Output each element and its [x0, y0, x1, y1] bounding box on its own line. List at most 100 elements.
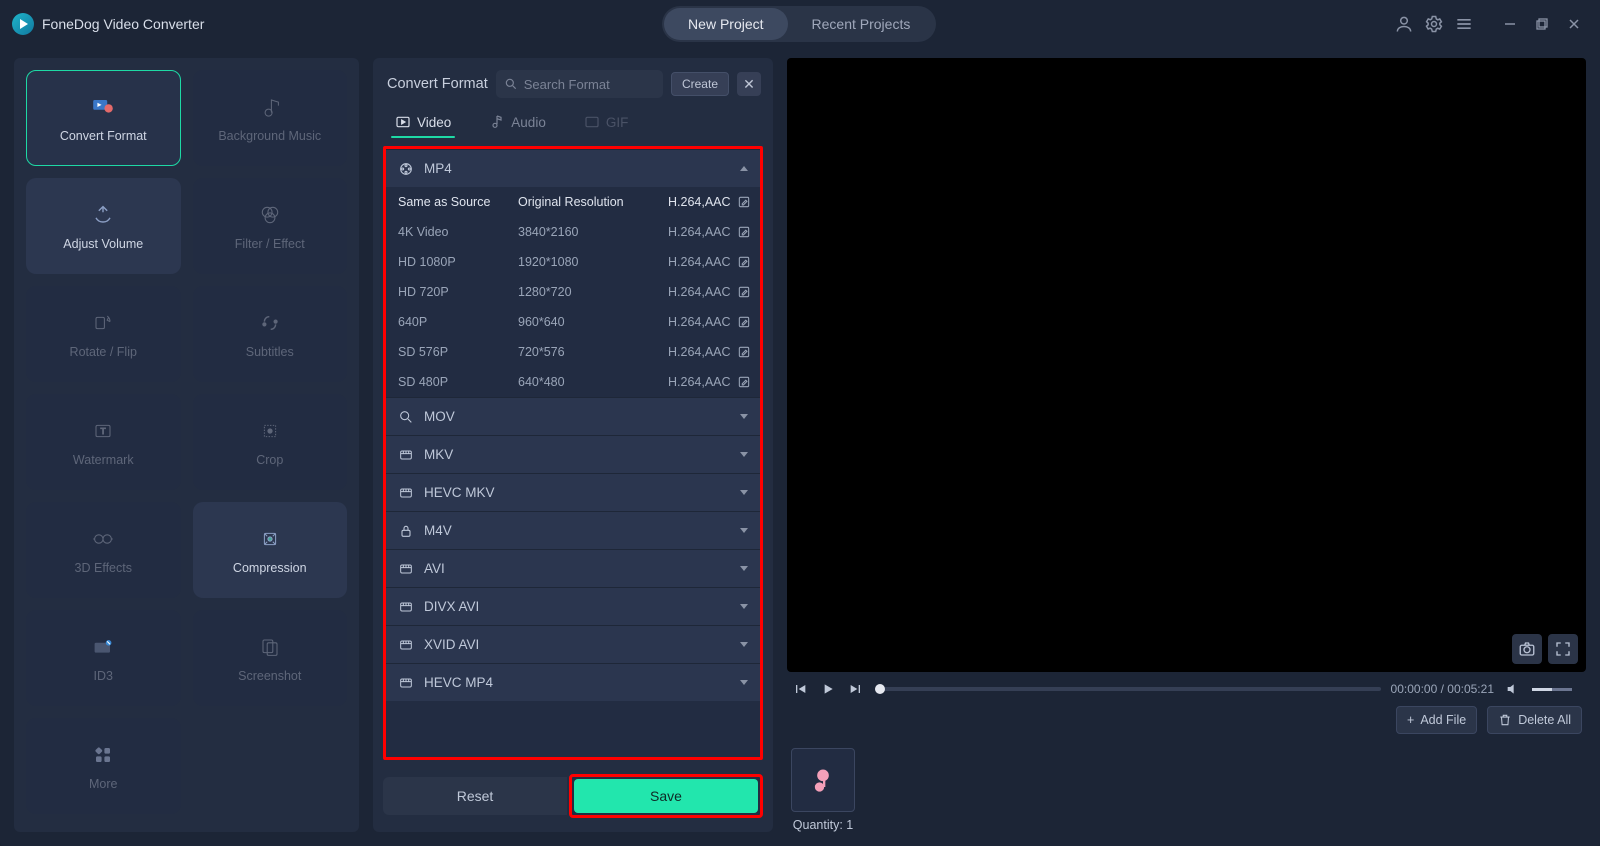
svg-text:T: T: [101, 426, 106, 436]
project-tabs: New Project Recent Projects: [662, 6, 936, 42]
video-icon: [395, 114, 411, 130]
tool-label: More: [89, 777, 117, 791]
delete-all-button[interactable]: Delete All: [1487, 706, 1582, 734]
fullscreen-button[interactable]: [1548, 634, 1578, 664]
format-list[interactable]: MP4Same as SourceOriginal ResolutionH.26…: [383, 146, 763, 760]
menu-icon[interactable]: [1454, 14, 1474, 34]
timecode: 00:00:00 / 00:05:21: [1391, 682, 1494, 696]
format-preset-row[interactable]: SD 480P640*480H.264,AAC: [386, 367, 760, 397]
format-group-hevc-mp4[interactable]: HEVC MP4: [386, 663, 760, 701]
gear-icon[interactable]: [1424, 14, 1444, 34]
tool-compression[interactable]: Compression: [193, 502, 348, 598]
add-file-button[interactable]: +Add File: [1396, 706, 1477, 734]
format-group-hevc-mkv[interactable]: HEVC MKV: [386, 473, 760, 511]
format-group-mp4[interactable]: MP4: [386, 149, 760, 187]
format-preset-row[interactable]: HD 1080P1920*1080H.264,AAC: [386, 247, 760, 277]
tool-convert-format[interactable]: Convert Format: [26, 70, 181, 166]
next-button[interactable]: [847, 680, 865, 698]
seek-handle[interactable]: [875, 684, 885, 694]
format-group-divx-avi[interactable]: DIVX AVI: [386, 587, 760, 625]
volume-slider[interactable]: [1532, 688, 1582, 691]
tools-sidebar: Convert Format Background Music Adjust Vol…: [14, 58, 359, 832]
format-tab-gif[interactable]: GIF: [580, 108, 633, 136]
reset-button[interactable]: Reset: [383, 777, 567, 815]
tab-new-project[interactable]: New Project: [664, 8, 787, 40]
tool-label: ID3: [94, 669, 113, 683]
tool-more[interactable]: More: [26, 718, 181, 814]
format-preset-row[interactable]: HD 720P1280*720H.264,AAC: [386, 277, 760, 307]
film-icon: [398, 637, 414, 653]
tab-recent-projects[interactable]: Recent Projects: [788, 8, 935, 40]
tool-3d-effects[interactable]: 3D Effects: [26, 502, 181, 598]
player-controls: 00:00:00 / 00:05:21: [787, 680, 1586, 698]
minimize-button[interactable]: [1496, 10, 1524, 38]
format-group-xvid-avi[interactable]: XVID AVI: [386, 625, 760, 663]
plus-icon: +: [1407, 713, 1414, 727]
mute-button[interactable]: [1504, 680, 1522, 698]
tool-label: Adjust Volume: [63, 237, 143, 251]
edit-icon[interactable]: [737, 225, 751, 239]
play-button[interactable]: [819, 680, 837, 698]
tool-subtitles[interactable]: Subtitles: [193, 286, 348, 382]
close-button[interactable]: [1560, 10, 1588, 38]
tool-label: Crop: [256, 453, 283, 467]
seek-bar[interactable]: [875, 687, 1381, 691]
format-group-mkv[interactable]: MKV: [386, 435, 760, 473]
music-note-icon: [809, 766, 837, 794]
tool-watermark[interactable]: T Watermark: [26, 394, 181, 490]
save-highlight: Save: [569, 774, 763, 818]
prev-button[interactable]: [791, 680, 809, 698]
format-preset-row[interactable]: 4K Video3840*2160H.264,AAC: [386, 217, 760, 247]
tool-crop[interactable]: Crop: [193, 394, 348, 490]
trash-icon: [1498, 713, 1512, 727]
app-logo-icon: [12, 13, 34, 35]
convert-format-panel: Convert Format Search Format Create ✕ Vi…: [373, 58, 773, 832]
edit-icon[interactable]: [737, 285, 751, 299]
format-group-mov[interactable]: MOV: [386, 397, 760, 435]
edit-icon[interactable]: [737, 315, 751, 329]
save-button[interactable]: Save: [574, 779, 758, 813]
tool-label: Convert Format: [60, 129, 147, 143]
format-group-m4v[interactable]: M4V: [386, 511, 760, 549]
format-preset-row[interactable]: Same as SourceOriginal ResolutionH.264,A…: [386, 187, 760, 217]
snapshot-button[interactable]: [1512, 634, 1542, 664]
app-title: FoneDog Video Converter: [42, 16, 204, 32]
tool-rotate-flip[interactable]: Rotate / Flip: [26, 286, 181, 382]
panel-title: Convert Format: [387, 76, 488, 92]
format-preset-row[interactable]: SD 576P720*576H.264,AAC: [386, 337, 760, 367]
film-icon: [398, 447, 414, 463]
edit-icon[interactable]: [737, 375, 751, 389]
tool-label: Rotate / Flip: [70, 345, 137, 359]
clip-item[interactable]: Quantity: 1: [791, 748, 855, 832]
tool-label: Screenshot: [238, 669, 301, 683]
format-tab-audio[interactable]: Audio: [485, 108, 550, 136]
tool-background-music[interactable]: Background Music: [193, 70, 348, 166]
edit-icon[interactable]: [737, 255, 751, 269]
quantity-label: Quantity: 1: [793, 818, 853, 832]
format-group-avi[interactable]: AVI: [386, 549, 760, 587]
tool-label: Watermark: [73, 453, 134, 467]
lock-icon: [398, 523, 414, 539]
close-panel-button[interactable]: ✕: [737, 72, 761, 96]
tool-id3[interactable]: ID3: [26, 610, 181, 706]
camera-icon: [1518, 640, 1536, 658]
film-icon: [398, 485, 414, 501]
user-icon[interactable]: [1394, 14, 1414, 34]
video-preview[interactable]: [787, 58, 1586, 672]
tool-screenshot[interactable]: Screenshot: [193, 610, 348, 706]
search-icon: [398, 409, 414, 425]
create-button[interactable]: Create: [671, 72, 729, 96]
titlebar: FoneDog Video Converter New Project Rece…: [0, 0, 1600, 48]
reel-icon: [398, 161, 414, 177]
tool-label: Compression: [233, 561, 307, 575]
preview-pane: 00:00:00 / 00:05:21 +Add File Delete All…: [787, 58, 1586, 832]
tool-adjust-volume[interactable]: Adjust Volume: [26, 178, 181, 274]
search-format-input[interactable]: Search Format: [496, 70, 663, 98]
format-tab-video[interactable]: Video: [391, 108, 455, 136]
edit-icon[interactable]: [737, 195, 751, 209]
edit-icon[interactable]: [737, 345, 751, 359]
film-icon: [398, 675, 414, 691]
maximize-button[interactable]: [1528, 10, 1556, 38]
tool-filter-effect[interactable]: Filter / Effect: [193, 178, 348, 274]
format-preset-row[interactable]: 640P960*640H.264,AAC: [386, 307, 760, 337]
